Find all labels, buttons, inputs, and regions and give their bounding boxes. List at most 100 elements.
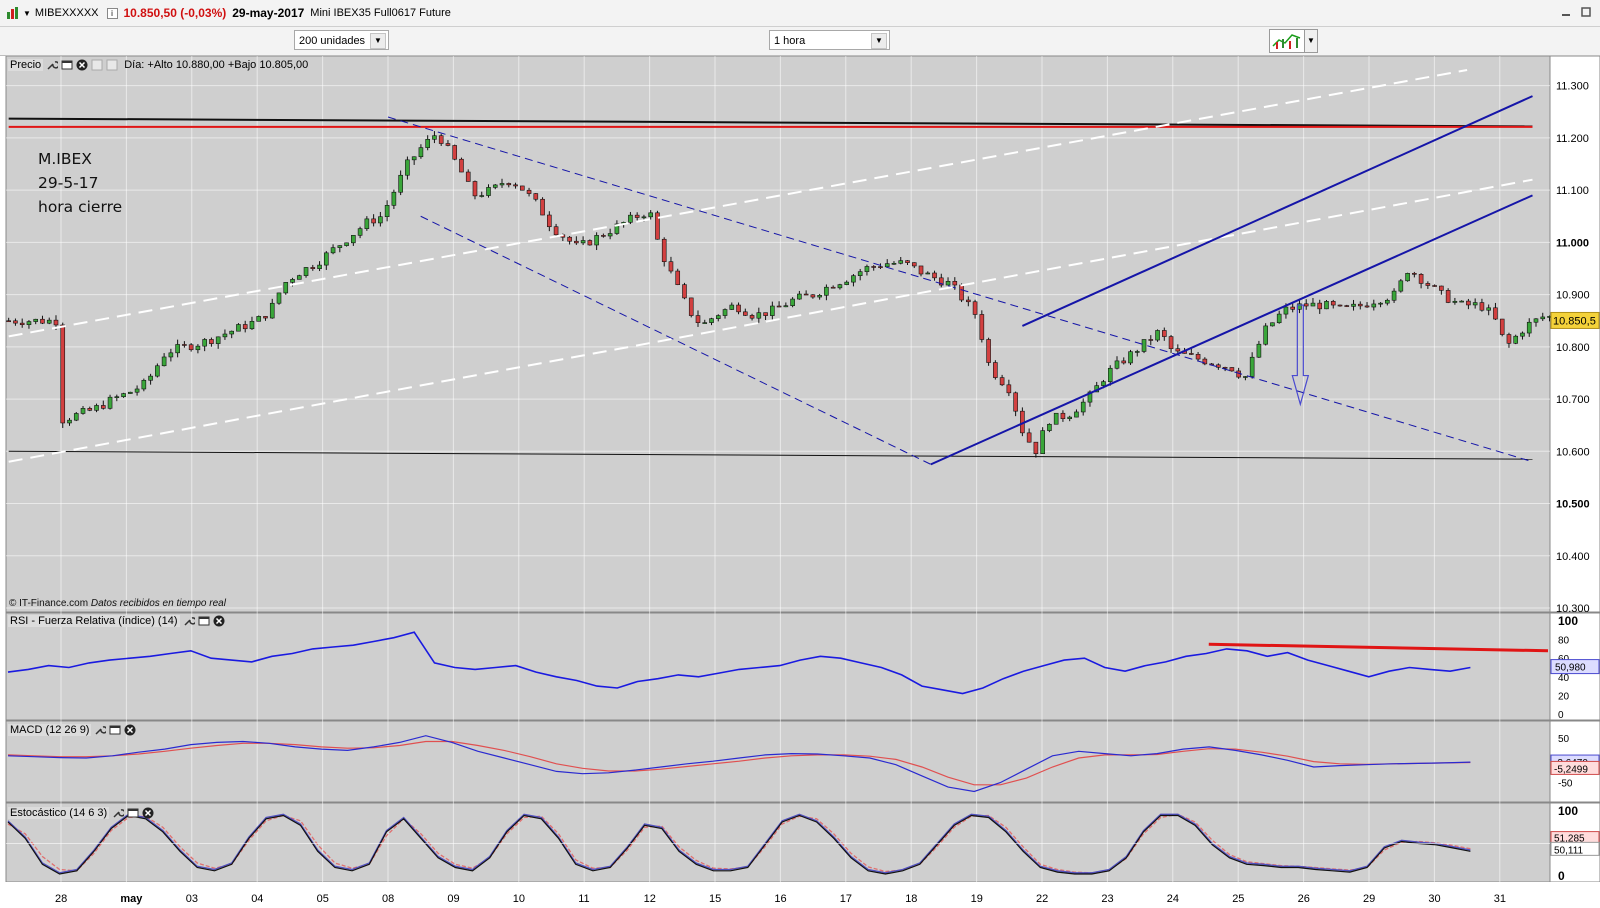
candle-up: [884, 263, 890, 268]
interval-select[interactable]: 1 hora ▼: [769, 30, 890, 50]
candle-up: [486, 187, 491, 196]
chevron-down-icon[interactable]: ▼: [871, 33, 887, 49]
wrench-icon[interactable]: [183, 615, 195, 627]
candle-up: [1256, 343, 1262, 358]
chevron-down-icon[interactable]: ▼: [1304, 29, 1318, 53]
window-icon[interactable]: [127, 807, 139, 819]
candle-up: [1486, 307, 1491, 311]
candle-down: [567, 236, 572, 242]
candle-down: [871, 266, 877, 268]
session-date: 29-may-2017: [232, 6, 305, 20]
candle-up: [344, 242, 349, 246]
candle-up: [1520, 332, 1525, 337]
chevron-down-icon[interactable]: ▼: [23, 9, 31, 18]
candle-up: [1053, 412, 1059, 425]
candle-down: [371, 218, 376, 224]
x-tick-label: 04: [251, 893, 263, 905]
wrench-icon[interactable]: [112, 807, 125, 819]
chart-type-button[interactable]: [1269, 29, 1305, 53]
candle-up: [337, 245, 343, 248]
export-icon[interactable]: [106, 59, 118, 71]
candle-down: [452, 145, 458, 160]
candle-up: [797, 293, 802, 300]
candle-up: [1067, 416, 1072, 420]
candle-down: [13, 320, 18, 324]
close-icon[interactable]: [213, 615, 225, 627]
close-icon[interactable]: [124, 724, 136, 736]
candle-up: [107, 396, 113, 409]
info-icon[interactable]: i: [106, 7, 118, 19]
candle-down: [1303, 303, 1309, 307]
x-tick-label: 22: [1036, 893, 1048, 905]
rsi-y-tick-label: 100: [1558, 614, 1578, 628]
chevron-down-icon[interactable]: ▼: [370, 33, 386, 49]
candle-up: [405, 159, 410, 176]
x-tick-label: 30: [1428, 893, 1440, 905]
candle-down: [1175, 348, 1181, 352]
candle-up: [202, 339, 207, 347]
chart-area[interactable]: 28 may 03 04 05 08 09 10 11 12 15 16 17 18 19 22 23 24 25 2…: [0, 56, 1600, 908]
maximize-icon[interactable]: [1580, 6, 1592, 18]
candle-down: [6, 320, 11, 323]
candle-up: [702, 322, 708, 324]
candle-up: [722, 309, 728, 316]
candle-down: [743, 311, 748, 316]
candle-down: [959, 284, 964, 301]
candle-down: [601, 235, 606, 237]
window-icon[interactable]: [61, 59, 73, 71]
candle-up: [114, 396, 120, 399]
close-icon[interactable]: [142, 807, 154, 819]
candle-down: [1479, 302, 1485, 311]
price-y-tick-label: 11.200: [1556, 133, 1589, 145]
x-tick-label: 15: [709, 893, 721, 905]
x-tick-label: 26: [1298, 893, 1310, 905]
candle-down: [1330, 301, 1336, 306]
candle-up: [67, 419, 72, 424]
candle-down: [1229, 367, 1235, 372]
candle-up: [249, 321, 255, 330]
candle-up: [1378, 302, 1383, 305]
candle-down: [40, 318, 45, 324]
candle-down: [533, 193, 539, 200]
candle-up: [357, 228, 363, 236]
candle-up: [790, 298, 795, 306]
price-y-tick-label: 11.100: [1556, 185, 1589, 197]
candle-down: [445, 143, 451, 146]
candle-up: [756, 312, 762, 319]
minimize-icon[interactable]: [1560, 6, 1572, 18]
symbol-label[interactable]: MIBEXXXXX: [35, 7, 99, 19]
close-icon[interactable]: [76, 59, 88, 71]
candle-up: [283, 282, 289, 294]
wrench-icon[interactable]: [46, 59, 59, 71]
window-icon[interactable]: [198, 615, 210, 627]
rsi-y-tick-label: 20: [1558, 691, 1570, 702]
candle-up: [898, 260, 904, 264]
candle-up: [1533, 318, 1539, 323]
candle-up: [1040, 430, 1045, 454]
wrench-icon[interactable]: [94, 724, 107, 736]
candle-up: [161, 356, 167, 367]
candle-up: [1047, 423, 1052, 431]
candle-up: [864, 266, 870, 272]
candle-down: [1026, 432, 1032, 443]
x-tick-label: 24: [1167, 893, 1179, 905]
copy-icon[interactable]: [91, 59, 103, 71]
candle-up: [303, 267, 309, 276]
candle-down: [1337, 304, 1343, 307]
candle-down: [972, 301, 978, 315]
candle-down: [803, 293, 809, 296]
chart-app-icon[interactable]: [6, 6, 20, 20]
candle-up: [269, 302, 275, 319]
candle-down: [932, 272, 937, 279]
candle-up: [378, 216, 383, 224]
candle-down: [465, 171, 471, 182]
candle-down: [1425, 283, 1431, 286]
candle-down: [1060, 412, 1066, 420]
units-select[interactable]: 200 unidades ▼: [294, 30, 389, 50]
window-icon[interactable]: [109, 724, 121, 736]
candle-up: [648, 212, 653, 218]
candle-up: [1391, 290, 1397, 301]
candle-down: [1499, 318, 1505, 335]
candle-up: [1324, 301, 1329, 310]
candle-up: [1270, 322, 1275, 327]
